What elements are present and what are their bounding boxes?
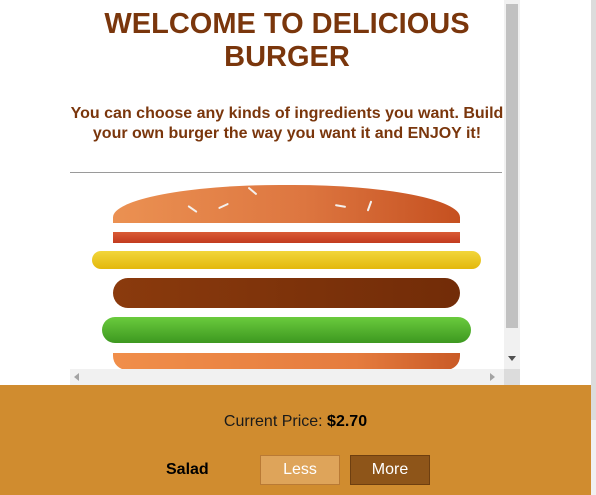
- page-scrollbar-thumb[interactable]: [591, 0, 596, 420]
- meat-layer: [113, 278, 460, 308]
- scroll-right-arrow-icon[interactable]: [490, 373, 495, 381]
- burger-preview-viewport[interactable]: WELCOME TO DELICIOUS BURGER You can choo…: [0, 0, 520, 385]
- sesame-seed: [334, 204, 347, 208]
- sesame-seed: [218, 202, 229, 210]
- bread-top: [113, 185, 460, 223]
- less-button[interactable]: Less: [260, 455, 340, 485]
- vertical-scrollbar-thumb[interactable]: [506, 4, 518, 328]
- salad-layer: [102, 317, 471, 343]
- ingredient-label: Salad: [166, 461, 209, 478]
- price-value: $2.70: [327, 413, 368, 430]
- vertical-scrollbar[interactable]: [504, 0, 520, 369]
- scrollbar-corner: [504, 369, 520, 385]
- price-display: Current Price: $2.70: [0, 413, 591, 431]
- price-label: Current Price:: [223, 413, 328, 430]
- bread-bottom: [113, 353, 460, 370]
- sesame-seed: [187, 205, 198, 213]
- page-scrollbar[interactable]: [591, 0, 596, 495]
- build-controls: Current Price: $2.70 Salad Less More: [0, 385, 591, 495]
- bacon-layer: [113, 232, 460, 243]
- cheese-layer: [92, 251, 481, 269]
- sesame-seed: [366, 200, 373, 212]
- more-button[interactable]: More: [350, 455, 430, 485]
- burger: [0, 0, 504, 385]
- scroll-left-arrow-icon[interactable]: [74, 373, 79, 381]
- horizontal-scrollbar[interactable]: [70, 369, 504, 385]
- sesame-seed: [247, 186, 258, 196]
- scroll-down-arrow-icon[interactable]: [508, 356, 516, 361]
